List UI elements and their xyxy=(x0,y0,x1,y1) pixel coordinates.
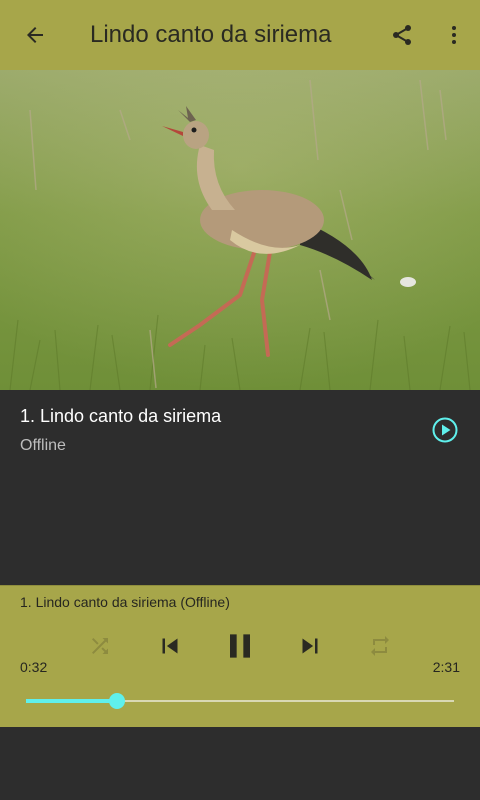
shuffle-icon xyxy=(92,638,108,654)
skip-next-icon xyxy=(302,638,318,654)
pause-icon xyxy=(230,634,250,658)
arrow-left-icon xyxy=(27,27,43,43)
repeat-icon xyxy=(371,636,389,656)
track-status: Offline xyxy=(20,437,66,454)
skip-previous-icon xyxy=(162,638,178,654)
share-icon xyxy=(393,25,411,45)
share-button[interactable] xyxy=(376,0,428,70)
seek-progress xyxy=(26,699,117,703)
shuffle-button[interactable] xyxy=(84,626,116,666)
repeat-button[interactable] xyxy=(364,626,396,666)
player-panel: 1. Lindo canto da siriema (Offline) 0:32… xyxy=(0,585,480,727)
toolbar: Lindo canto da siriema xyxy=(0,0,480,70)
track-item[interactable]: 1. Lindo canto da siriema Offline xyxy=(0,390,480,470)
seek-bar[interactable] xyxy=(26,693,454,709)
track-title: 1. Lindo canto da siriema xyxy=(20,406,222,426)
now-playing-label: 1. Lindo canto da siriema (Offline) xyxy=(20,594,230,610)
elapsed-time: 0:32 xyxy=(20,659,48,675)
previous-button[interactable] xyxy=(152,626,188,666)
track-list: 1. Lindo canto da siriema Offline xyxy=(0,390,480,585)
page-title: Lindo canto da siriema xyxy=(90,21,332,48)
total-duration: 2:31 xyxy=(432,659,460,675)
play-circle-icon[interactable] xyxy=(432,417,458,443)
next-button[interactable] xyxy=(292,626,328,666)
bottom-spacer xyxy=(0,727,480,800)
pause-button[interactable] xyxy=(218,626,262,666)
more-vert-icon xyxy=(452,26,456,44)
back-button[interactable] xyxy=(0,0,70,70)
playback-controls xyxy=(0,626,480,666)
overflow-menu-button[interactable] xyxy=(428,0,480,70)
app-screen: Lindo canto da siriema 1. Lindo canto da… xyxy=(0,0,480,800)
seek-thumb[interactable] xyxy=(108,693,125,709)
bird-photo xyxy=(0,70,480,390)
